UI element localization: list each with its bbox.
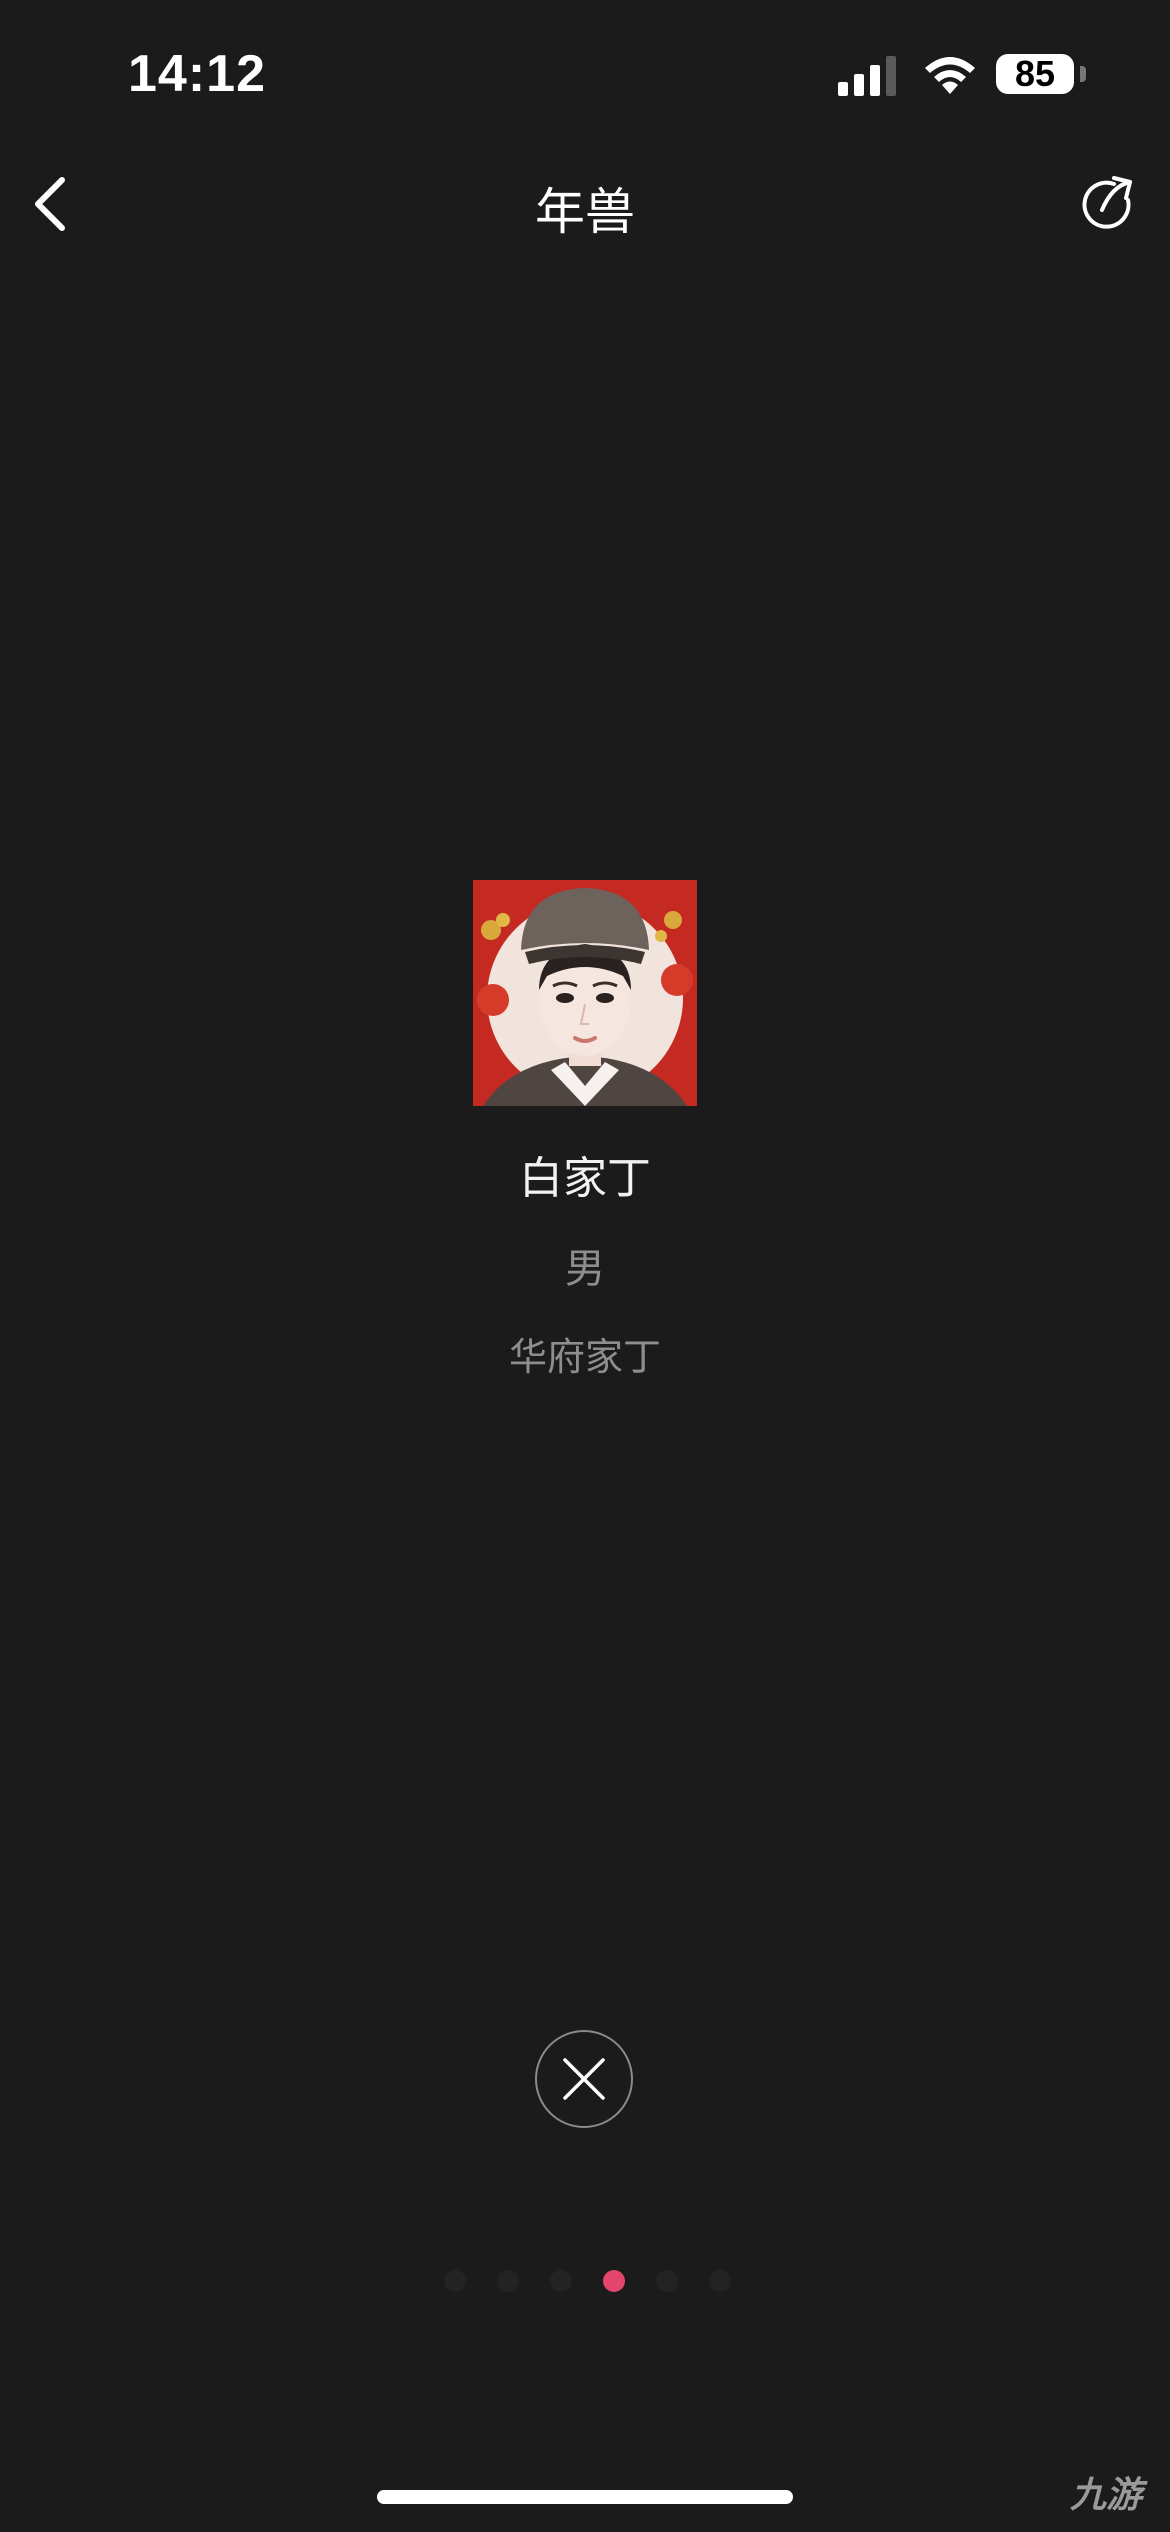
close-icon xyxy=(563,2058,605,2100)
character-name: 白家丁 xyxy=(519,1153,651,1204)
character-gender: 男 xyxy=(565,1246,605,1292)
status-icons: 85 xyxy=(838,52,1098,100)
battery-icon: 85 xyxy=(996,52,1096,98)
page-dot-4[interactable] xyxy=(603,2270,625,2292)
page-dot-2[interactable] xyxy=(497,2270,519,2292)
status-time: 14:12 xyxy=(128,45,266,103)
page-dot-1[interactable] xyxy=(444,2270,466,2292)
home-indicator[interactable] xyxy=(377,2490,793,2504)
watermark-logo: 九游 xyxy=(1070,2460,1170,2532)
character-portrait xyxy=(473,880,697,1106)
status-bar: 14:12 85 xyxy=(0,0,1170,150)
battery-level: 85 xyxy=(996,54,1074,94)
watermark-text: 九游 xyxy=(1070,2475,1143,2516)
character-avatar xyxy=(473,880,697,1106)
page-title: 年兽 xyxy=(535,183,635,241)
battery-tip xyxy=(1080,66,1086,82)
wifi-icon xyxy=(925,57,975,94)
page-dot-3[interactable] xyxy=(550,2270,572,2292)
page-dot-5[interactable] xyxy=(656,2270,678,2292)
page-indicator xyxy=(0,2270,1170,2294)
close-button[interactable] xyxy=(535,2030,633,2128)
page-dot-6[interactable] xyxy=(709,2270,731,2292)
share-icon xyxy=(1082,176,1132,229)
share-button[interactable] xyxy=(1074,170,1146,242)
nav-bar: 年兽 xyxy=(0,150,1170,260)
signal-icon xyxy=(838,56,896,96)
character-role: 华府家丁 xyxy=(508,1335,661,1379)
